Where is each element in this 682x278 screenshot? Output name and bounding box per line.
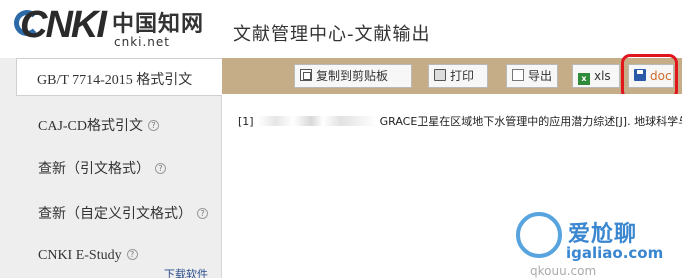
page-title: 文献管理中心-文献输出 (233, 24, 431, 45)
download-software-link[interactable]: 下载软件 (164, 266, 208, 278)
sidebar-item-label: 查新（自定义引文格式） (38, 207, 192, 222)
citation-entry[interactable]: [1] GRACE卫星在区域地下水管理中的应用潜力综述[J]. 地球科学与 (238, 113, 682, 129)
citation-index: [1] (238, 115, 254, 128)
sidebar-item-novelty-custom[interactable]: 查新（自定义引文格式）? (38, 203, 208, 223)
sidebar-item-label: 查新（引文格式） (38, 162, 150, 177)
print-button[interactable]: 打印 (428, 64, 488, 88)
sidebar-item-gbt7714[interactable]: GB/T 7714-2015 格式引文 (16, 58, 222, 96)
logo-wordmark: CNKI (20, 4, 107, 46)
watermark-logo-icon (516, 212, 562, 258)
watermark: 爱尬聊 igaliao.com qkouu.com (510, 200, 682, 278)
button-label: xls (594, 69, 611, 83)
help-icon[interactable]: ? (197, 208, 208, 219)
button-label: 复制到剪贴板 (316, 69, 389, 83)
copy-to-clipboard-button[interactable]: 复制到剪贴板 (294, 64, 412, 88)
export-toolbar: 复制到剪贴板 打印 导出 x xls doc (222, 58, 682, 94)
redacted-authors (257, 116, 376, 126)
app-header: CNKI 中国知网 cnki.net 文献管理中心-文献输出 (0, 0, 682, 58)
button-label: 打印 (450, 69, 475, 83)
help-icon[interactable]: ? (126, 249, 138, 260)
export-icon (512, 69, 524, 81)
button-label: 导出 (528, 69, 553, 83)
watermark-footer: qkouu.com (530, 264, 597, 278)
sidebar-item-caj-cd[interactable]: CAJ-CD格式引文? (38, 115, 160, 135)
help-icon[interactable]: ? (148, 120, 160, 131)
sidebar-item-label: CAJ-CD格式引文 (38, 119, 144, 134)
watermark-url: igaliao.com (566, 244, 664, 262)
citation-text: GRACE卫星在区域地下水管理中的应用潜力综述[J]. 地球科学与 (379, 115, 682, 128)
sidebar-item-estudy[interactable]: CNKI E-Study? (38, 248, 138, 264)
sidebar-item-label: GB/T 7714-2015 格式引文 (37, 73, 193, 88)
printer-icon (434, 69, 446, 81)
copy-icon (300, 69, 312, 81)
cnki-logo[interactable]: CNKI 中国知网 cnki.net (14, 4, 224, 54)
xls-button[interactable]: x xls (572, 64, 620, 88)
logo-chinese-name: 中国知网 (112, 11, 205, 37)
logo-url: cnki.net (114, 35, 170, 49)
help-icon[interactable]: ? (155, 163, 166, 174)
export-button[interactable]: 导出 (506, 64, 558, 88)
excel-icon: x (578, 73, 590, 85)
sidebar-item-label: CNKI E-Study (38, 248, 122, 263)
sidebar-item-novelty-citation[interactable]: 查新（引文格式）? (38, 158, 166, 178)
